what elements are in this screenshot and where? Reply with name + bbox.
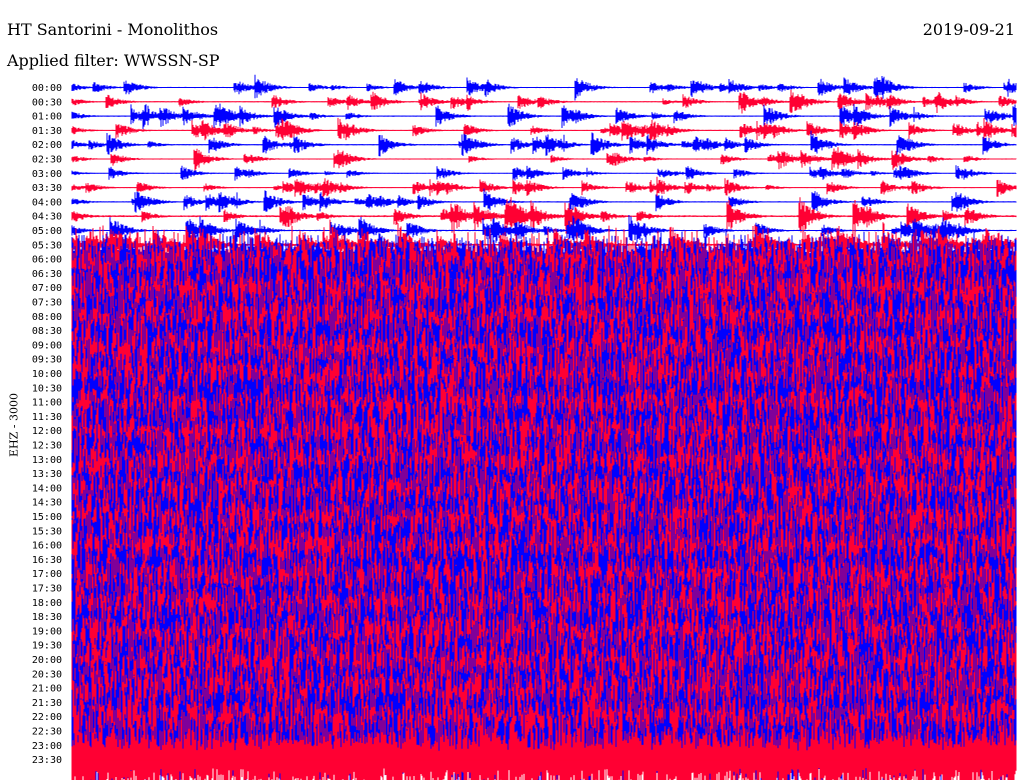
time-tick-label: 05:00	[32, 226, 62, 237]
time-tick-label: 08:30	[32, 326, 62, 337]
time-tick-label: 10:30	[32, 383, 62, 394]
time-tick-label: 18:00	[32, 598, 62, 609]
time-tick-label: 07:30	[32, 298, 62, 309]
time-tick-label: 15:30	[32, 526, 62, 537]
time-tick-label: 02:30	[32, 155, 62, 166]
time-tick-label: 06:00	[32, 255, 62, 266]
time-tick-label: 23:00	[32, 741, 62, 752]
time-tick-label: 21:00	[32, 684, 62, 695]
time-tick-label: 15:00	[32, 512, 62, 523]
time-tick-label: 03:30	[32, 183, 62, 194]
time-tick-label: 01:00	[32, 112, 62, 123]
time-tick-label: 16:00	[32, 541, 62, 552]
time-tick-label: 02:00	[32, 140, 62, 151]
time-tick-label: 06:30	[32, 269, 62, 280]
time-tick-label: 11:00	[32, 398, 62, 409]
time-tick-label: 09:30	[32, 355, 62, 366]
time-tick-label: 12:00	[32, 426, 62, 437]
time-tick-label: 23:30	[32, 755, 62, 766]
time-tick-label: 22:30	[32, 727, 62, 738]
time-tick-label: 17:00	[32, 569, 62, 580]
time-tick-label: 09:00	[32, 340, 62, 351]
time-tick-label: 01:30	[32, 126, 62, 137]
time-tick-label: 04:00	[32, 197, 62, 208]
time-tick-label: 10:00	[32, 369, 62, 380]
time-tick-label: 00:00	[32, 83, 62, 94]
trace-line-0200	[71, 130, 1017, 157]
time-tick-label: 00:30	[32, 97, 62, 108]
time-tick-label: 16:30	[32, 555, 62, 566]
time-tick-label: 20:30	[32, 669, 62, 680]
time-tick-label: 07:00	[32, 283, 62, 294]
time-tick-label: 13:30	[32, 469, 62, 480]
time-tick-label: 11:30	[32, 412, 62, 423]
time-tick-label: 05:30	[32, 240, 62, 251]
time-tick-labels: 00:00 00:30 01:00 01:30 02:00 02:30 03:00 03:30…	[32, 83, 62, 766]
time-tick-label: 18:30	[32, 612, 62, 623]
time-tick-label: 19:00	[32, 626, 62, 637]
time-tick-label: 21:30	[32, 698, 62, 709]
time-tick-label: 17:30	[32, 584, 62, 595]
time-tick-label: 08:00	[32, 312, 62, 323]
time-tick-label: 14:30	[32, 498, 62, 509]
time-tick-label: 14:00	[32, 483, 62, 494]
seismogram-plot: 00:00 00:30 01:00 01:30 02:00 02:30 03:00 03:30…	[32, 74, 1017, 780]
seismic-traces	[71, 74, 1017, 780]
time-tick-label: 12:30	[32, 441, 62, 452]
time-tick-label: 13:00	[32, 455, 62, 466]
time-tick-label: 03:00	[32, 169, 62, 180]
time-tick-label: 19:30	[32, 641, 62, 652]
time-tick-label: 20:00	[32, 655, 62, 666]
time-tick-label: 22:00	[32, 712, 62, 723]
time-tick-label: 04:30	[32, 212, 62, 223]
